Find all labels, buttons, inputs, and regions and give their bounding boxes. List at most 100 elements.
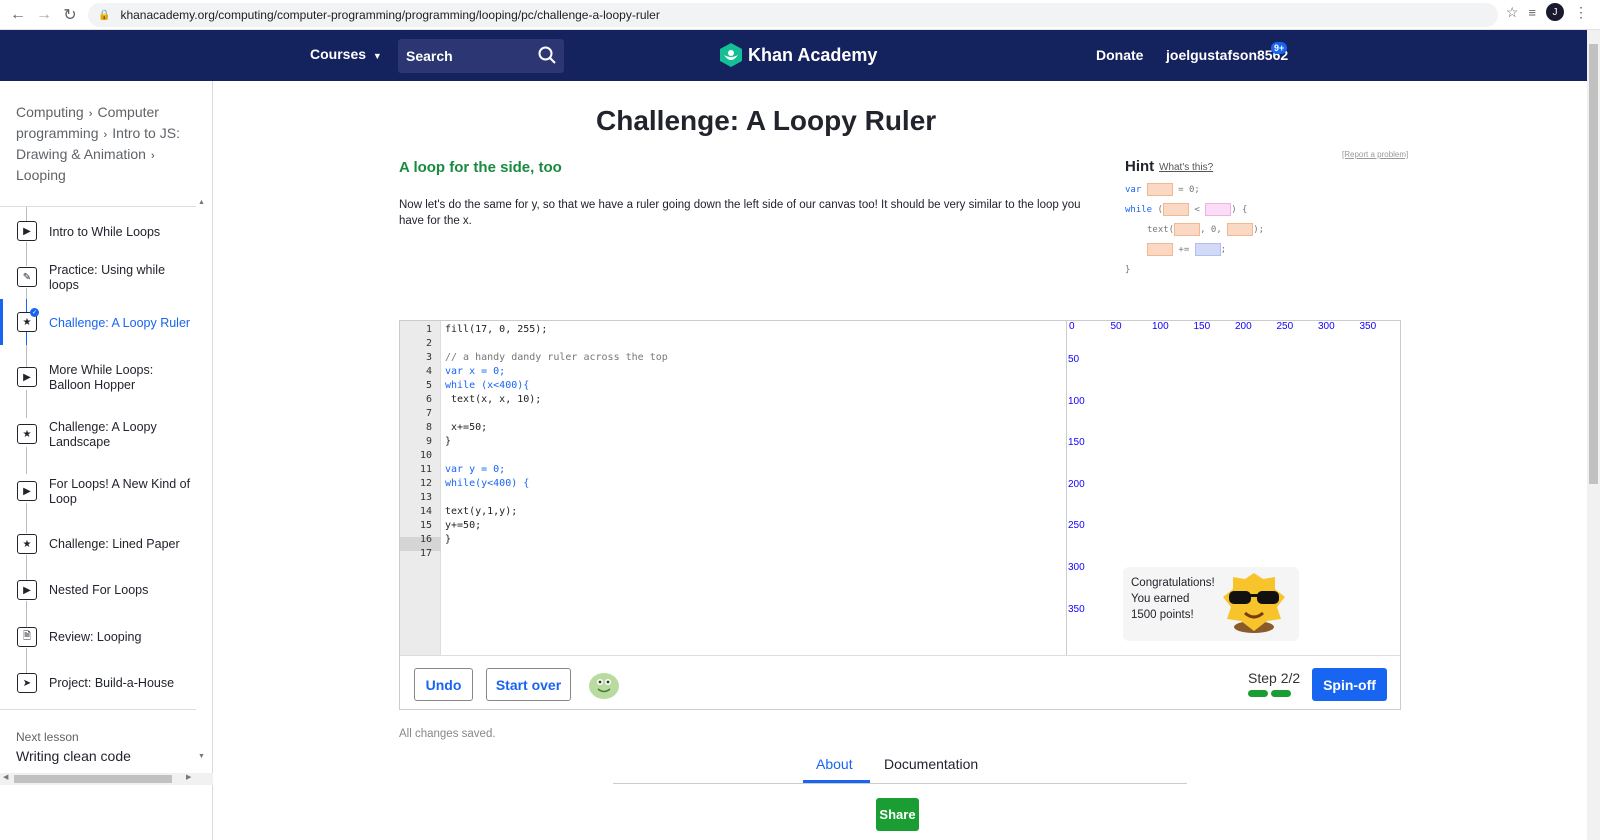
breadcrumb: Computing › Computer programming › Intro… [16,103,196,185]
scroll-left-icon[interactable]: ◀ [3,773,8,781]
progress-line [26,648,27,674]
lesson-item-intro-while[interactable]: ▶ Intro to While Loops [0,220,196,260]
play-icon: ▶ [17,481,37,501]
lock-icon: 🔒 [98,9,111,21]
winston-sunglasses-avatar [1223,573,1285,633]
lesson-item-loopy-landscape[interactable]: ★ Challenge: A Loopy Landscape [0,418,196,462]
report-problem-link[interactable]: [Report a problem] [1342,150,1408,159]
notification-badge[interactable]: 9+ [1271,42,1288,54]
khan-academy-logo[interactable]: Khan Academy [720,43,877,67]
progress-line [26,242,27,266]
address-bar[interactable]: 🔒 khanacademy.org/computing/computer-pro… [88,3,1498,27]
breadcrumb-looping[interactable]: Looping [16,167,66,183]
lesson-item-for-loops[interactable]: ▶ For Loops! A New Kind of Loop [0,474,196,518]
search-icon[interactable] [538,46,556,64]
hint-slot [1227,223,1254,236]
next-lesson-label: Next lesson [16,730,79,744]
winston-avatar-icon[interactable] [588,670,620,700]
lesson-item-review-looping[interactable]: 🗎 Review: Looping [0,626,196,666]
back-arrow-icon[interactable]: ← [6,3,30,27]
code-line[interactable]: var y = 0; [445,463,505,477]
active-tab-underline [803,780,870,783]
scroll-down-icon[interactable]: ▼ [198,753,205,760]
donate-link[interactable]: Donate [1096,47,1143,63]
canvas-x-tick: 150 [1193,321,1211,332]
menu-kebab-icon[interactable]: ⋮ [1574,4,1588,21]
profile-avatar[interactable]: J [1546,3,1564,21]
congrats-popup: Congratulations! You earned 1500 points! [1123,567,1299,641]
line-number: 16 [419,534,432,545]
hint-slot [1174,223,1201,236]
lesson-item-balloon-hopper[interactable]: ▶ More While Loops: Balloon Hopper [0,361,196,405]
canvas-y-tick: 50 [1068,354,1080,365]
breadcrumb-computing[interactable]: Computing [16,104,84,120]
tab-about[interactable]: About [816,756,853,772]
lesson-item-label: Nested For Loops [49,583,149,597]
line-number: 5 [425,380,432,391]
courses-menu[interactable]: Courses ▼ [310,46,382,62]
congrats-line: You earned [1131,593,1190,605]
star-bookmark-icon[interactable]: ☆ [1506,4,1519,21]
canvas-x-tick: 50 [1110,321,1122,332]
search-input[interactable]: Search [398,39,564,73]
spin-off-button[interactable]: Spin-off [1312,668,1387,701]
pencil-icon: ✎ [17,267,37,287]
courses-label: Courses [310,46,367,62]
logo-text: Khan Academy [748,44,878,65]
tab-divider [613,783,1187,784]
lesson-item-label: Intro to While Loops [49,225,161,239]
reload-icon[interactable]: ↻ [58,3,82,27]
code-line[interactable]: } [445,435,451,449]
scroll-up-icon[interactable]: ▲ [198,199,205,206]
canvas-y-tick: 200 [1068,478,1085,490]
canvas-x-tick: 200 [1235,321,1252,332]
reading-list-icon[interactable]: ≡ [1528,5,1536,20]
lesson-sidebar: Computing › Computer programming › Intro… [0,81,213,840]
forward-arrow-icon[interactable]: → [32,3,56,27]
code-line[interactable]: x+=50; [445,421,487,435]
page-scrollbar[interactable] [1587,30,1600,840]
lesson-item-loopy-ruler[interactable]: ★ ✓ Challenge: A Loopy Ruler [0,308,196,351]
code-line[interactable]: // a handy dandy ruler across the top [445,351,668,365]
code-line[interactable]: while (x<400){ [445,379,529,393]
editor-controls: Undo Start over Step 2/2 Spin-off [400,655,1400,709]
lesson-item-practice-while[interactable]: ✎ Practice: Using while loops [0,263,196,306]
hint-token: } [1125,265,1131,275]
line-number: 7 [425,408,432,419]
canvas-y-tick: 100 [1068,395,1085,407]
share-button[interactable]: Share [876,798,919,831]
horizontal-scrollbar-thumb[interactable] [14,775,172,783]
scroll-right-icon[interactable]: ▶ [186,773,191,781]
code-line[interactable]: text(y,1,y); [445,505,517,519]
next-lesson-link[interactable]: Next lesson Writing clean code [0,709,196,764]
line-number: 17 [419,548,432,559]
undo-button[interactable]: Undo [414,668,473,701]
code-line[interactable]: fill(17, 0, 255); [445,323,547,337]
page-scrollbar-thumb[interactable] [1589,44,1598,484]
lesson-item-build-a-house[interactable]: ➤ Project: Build-a-House [0,672,196,712]
search-placeholder: Search [406,48,453,64]
save-status: All changes saved. [399,728,496,740]
hint-whats-this-link[interactable]: What's this? [1159,162,1213,173]
user-menu[interactable]: joelgustafson8562 [1166,47,1288,63]
output-canvas[interactable]: Congratulations! You earned 1500 points!… [1066,321,1400,655]
lesson-item-lined-paper[interactable]: ★ Challenge: Lined Paper [0,533,196,573]
step-indicator: Step 2/2 [1248,670,1301,686]
code-line[interactable]: while(y<400) { [445,477,529,491]
breadcrumb-chevron-icon: › [147,150,155,162]
line-number: 13 [419,492,432,503]
canvas-x-tick: 350 [1359,321,1377,332]
rocket-icon: ➤ [17,673,37,693]
code-line[interactable]: var x = 0; [445,365,505,379]
code-line[interactable]: text(x, x, 10); [445,393,541,407]
canvas-x-tick: 0 [1069,321,1075,332]
sidebar-scrollbar[interactable]: ▲ ▼ [196,199,208,769]
sidebar-horizontal-scrollbar[interactable]: ◀ ▶ [0,773,213,785]
code-line[interactable]: } [445,533,451,547]
lesson-item-nested-for[interactable]: ▶ Nested For Loops [0,579,196,619]
progress-line [26,601,27,627]
code-line[interactable]: y+=50; [445,519,481,533]
progress-line [26,555,27,581]
start-over-button[interactable]: Start over [486,668,571,701]
tab-documentation[interactable]: Documentation [884,756,978,772]
